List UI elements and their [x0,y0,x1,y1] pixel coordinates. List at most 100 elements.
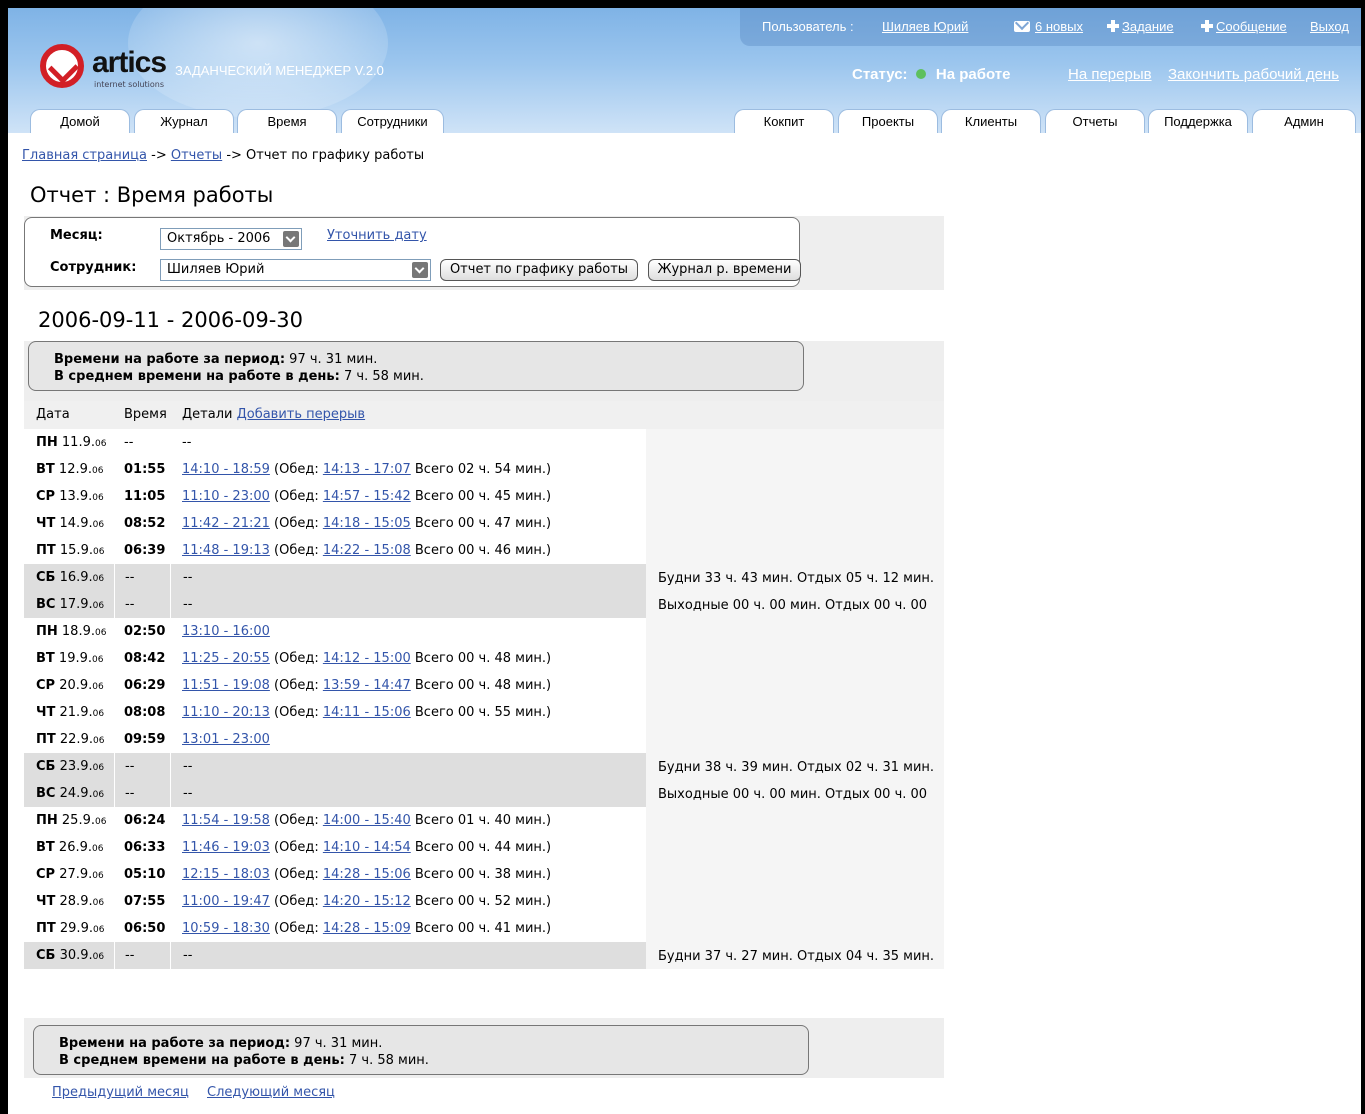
page-title: Отчет : Время работы [30,183,274,207]
add-break-link[interactable]: Добавить перерыв [237,407,366,422]
day-of-week: ЧТ [36,705,56,720]
report-table: Дата Время Детали Добавить перерыв ПН 11… [24,401,944,969]
work-interval-link[interactable]: 11:51 - 19:08 [182,678,270,693]
previous-month-link[interactable]: Предыдущий месяц [52,1085,189,1100]
year-suffix: 06 [92,682,104,692]
lunch-interval-link[interactable]: 14:28 - 15:06 [323,867,411,882]
end-day-link[interactable]: Закончить рабочий день [1168,66,1339,83]
date-cell: ПТ 15.9.06 [24,537,114,564]
year-suffix: 06 [92,952,105,962]
user-bar: Пользователь : Шиляев Юрий 6 новых Задан… [740,8,1361,46]
date-value: 20.9. [59,678,93,693]
lunch-interval-link[interactable]: 14:28 - 15:09 [323,921,411,936]
plus-icon [1107,20,1119,32]
time-cell: 08:52 [124,516,166,531]
details-cell: -- [170,564,646,591]
lunch-interval-link[interactable]: 14:10 - 14:54 [323,840,411,855]
work-interval-link[interactable]: 11:46 - 19:03 [182,840,270,855]
week-summary-cell: Будни 38 ч. 39 мин. Отдых 02 ч. 31 мин. [646,753,944,780]
logo-subtitle: internet solutions [94,80,165,89]
work-interval-link[interactable]: 14:10 - 18:59 [182,462,270,477]
time-cell: 11:05 [124,489,166,504]
tab-cockpit[interactable]: Кокпит [734,109,834,133]
table-body: ПН 11.9.06 -- -- ВТ 12.9.06 01:55 14:10 - 18:… [24,429,944,969]
lunch-interval-link[interactable]: 14:57 - 15:42 [323,489,411,504]
date-cell: ПТ 29.9.06 [24,915,114,942]
employee-select[interactable]: Шиляев Юрий [160,259,431,281]
tab-clients[interactable]: Клиенты [941,109,1041,133]
time-cell: 08:42 [124,651,166,666]
work-interval-link[interactable]: 11:00 - 19:47 [182,894,270,909]
tab-time[interactable]: Время [237,109,337,133]
work-interval-link[interactable]: 11:48 - 19:13 [182,543,270,558]
date-value: 19.9. [58,651,92,666]
details-cell: -- [170,429,646,456]
tab-journal[interactable]: Журнал [134,109,234,133]
summary-avg-label: В среднем времени на работе в день: [59,1053,345,1068]
column-header-date: Дата [36,407,70,422]
work-interval-link[interactable]: 13:01 - 23:00 [182,732,270,747]
date-value: 25.9. [61,813,95,828]
time-journal-button[interactable]: Журнал р. времени [648,259,801,281]
details-cell: 11:48 - 19:13 (Обед: 14:22 - 15:08 Всего… [170,537,646,564]
table-header-row: Дата Время Детали Добавить перерыв [24,401,944,429]
breadcrumb-home-link[interactable]: Главная страница [22,148,147,163]
work-interval-link[interactable]: 11:10 - 23:00 [182,489,270,504]
lunch-interval-link[interactable]: 14:12 - 15:00 [323,651,411,666]
lunch-interval-link[interactable]: 14:20 - 15:12 [323,894,411,909]
lunch-interval-link[interactable]: 14:11 - 15:06 [323,705,411,720]
date-cell: СБ 23.9.06 [24,753,114,780]
details-cell: 11:10 - 23:00 (Обед: 14:57 - 15:42 Всего… [170,483,646,510]
tab-projects[interactable]: Проекты [838,109,938,133]
day-of-week: ВС [36,597,56,612]
date-value: 21.9. [59,705,93,720]
week-summary-cell: Выходные 00 ч. 00 мин. Отдых 00 ч. 00 ми… [646,780,944,819]
lunch-prefix: (Обед: [274,516,323,531]
new-task-link[interactable]: Задание [1122,19,1174,34]
table-row: ЧТ 21.9.06 08:08 11:10 - 20:13 (Обед: 14:1… [24,699,944,726]
day-of-week: СР [36,678,56,693]
work-interval-link[interactable]: 12:15 - 18:03 [182,867,270,882]
table-row: ЧТ 28.9.06 07:55 11:00 - 19:47 (Обед: 14:2… [24,888,944,915]
work-interval-link[interactable]: 10:59 - 18:30 [182,921,270,936]
work-interval-link[interactable]: 11:10 - 20:13 [182,705,270,720]
user-name-link[interactable]: Шиляев Юрий [882,19,968,34]
tab-support[interactable]: Поддержка [1148,109,1248,133]
work-interval-link[interactable]: 11:54 - 19:58 [182,813,270,828]
logout-link[interactable]: Выход [1310,19,1349,34]
time-cell: -- [114,942,170,969]
table-row: СБ 16.9.06 -- -- Будни 33 ч. 43 мин. Отдых … [24,564,944,591]
break-total: Всего 00 ч. 41 мин.) [414,921,552,936]
lunch-interval-link[interactable]: 14:00 - 15:40 [323,813,411,828]
summary-avg-line: В среднем времени на работе в день: 7 ч.… [59,1052,808,1069]
week-summary-cell [646,537,944,564]
work-interval-link[interactable]: 13:10 - 16:00 [182,624,270,639]
work-interval-link[interactable]: 11:42 - 21:21 [182,516,270,531]
breadcrumb-reports-link[interactable]: Отчеты [171,148,222,163]
tab-reports[interactable]: Отчеты [1045,109,1145,133]
lunch-interval-link[interactable]: 14:22 - 15:08 [323,543,411,558]
date-value: 17.9. [59,597,93,612]
summary-total-label: Времени на работе за период: [54,352,286,367]
lunch-interval-link[interactable]: 13:59 - 14:47 [323,678,411,693]
date-value: 12.9. [58,462,92,477]
week-summary-cell [646,645,944,672]
break-link[interactable]: На перерыв [1068,66,1152,83]
column-header-notes [646,401,944,429]
work-schedule-report-button[interactable]: Отчет по графику работы [440,259,638,281]
lunch-interval-link[interactable]: 14:13 - 17:07 [323,462,411,477]
new-messages-link[interactable]: 6 новых [1035,19,1083,34]
tab-employees[interactable]: Сотрудники [341,109,444,133]
new-message-link[interactable]: Сообщение [1216,19,1287,34]
next-month-link[interactable]: Следующий месяц [207,1085,335,1100]
tab-home[interactable]: Домой [30,109,130,133]
lunch-prefix: (Обед: [274,867,323,882]
no-details: -- [183,597,193,612]
tab-admin[interactable]: Админ [1252,109,1356,133]
details-cell: 10:59 - 18:30 (Обед: 14:28 - 15:09 Всего… [170,915,646,942]
lunch-interval-link[interactable]: 14:18 - 15:05 [323,516,411,531]
work-interval-link[interactable]: 11:25 - 20:55 [182,651,270,666]
month-select[interactable]: Октябрь - 2006 [160,228,302,250]
date-cell: СБ 30.9.06 [24,942,114,969]
refine-date-link[interactable]: Уточнить дату [327,228,427,243]
